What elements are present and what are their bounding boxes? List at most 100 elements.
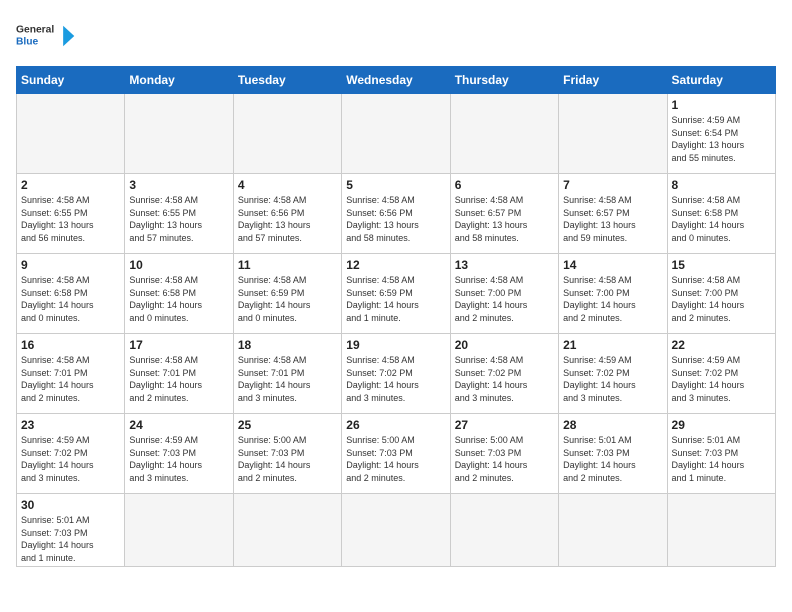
day-number: 10 [129, 258, 228, 272]
weekday-header-row: SundayMondayTuesdayWednesdayThursdayFrid… [17, 67, 776, 94]
calendar-cell: 29Sunrise: 5:01 AMSunset: 7:03 PMDayligh… [667, 414, 775, 494]
calendar-cell: 1Sunrise: 4:59 AMSunset: 6:54 PMDaylight… [667, 94, 775, 174]
calendar-cell: 21 Sunrise: 4:59 AMSunset: 7:02 PMDayligh… [559, 334, 667, 414]
weekday-header-tuesday: Tuesday [233, 67, 341, 94]
day-number: 17 [129, 338, 228, 352]
calendar-cell: 5 Sunrise: 4:58 AMSunset: 6:56 PMDaylight… [342, 174, 450, 254]
calendar-cell: 16 Sunrise: 4:58 AMSunset: 7:01 PMDayligh… [17, 334, 125, 414]
day-number: 12 [346, 258, 445, 272]
day-number: 7 [563, 178, 662, 192]
day-info: Sunrise: 4:59 AMSunset: 6:54 PMDaylight:… [672, 114, 771, 164]
day-info: Sunrise: 4:58 AMSunset: 6:58 PMDaylight:… [21, 274, 120, 324]
day-info: Sunrise: 4:58 AMSunset: 6:58 PMDaylight:… [129, 274, 228, 324]
calendar-cell: 11 Sunrise: 4:58 AMSunset: 6:59 PMDayligh… [233, 254, 341, 334]
day-info: Sunrise: 4:58 AMSunset: 7:01 PMDaylight:… [129, 354, 228, 404]
day-info: Sunrise: 4:58 AMSunset: 6:57 PMDaylight:… [455, 194, 554, 244]
day-info: Sunrise: 4:59 AMSunset: 7:02 PMDaylight:… [21, 434, 120, 484]
calendar-cell: 13 Sunrise: 4:58 AMSunset: 7:00 PMDayligh… [450, 254, 558, 334]
day-info: Sunrise: 4:58 AMSunset: 6:56 PMDaylight:… [238, 194, 337, 244]
calendar-cell: 14 Sunrise: 4:58 AMSunset: 7:00 PMDayligh… [559, 254, 667, 334]
calendar-cell [342, 494, 450, 567]
day-info: Sunrise: 4:58 AMSunset: 7:01 PMDaylight:… [238, 354, 337, 404]
day-number: 4 [238, 178, 337, 192]
calendar-cell: 8Sunrise: 4:58 AMSunset: 6:58 PMDaylight… [667, 174, 775, 254]
calendar-cell: 4 Sunrise: 4:58 AMSunset: 6:56 PMDaylight… [233, 174, 341, 254]
calendar-cell: 26Sunrise: 5:00 AMSunset: 7:03 PMDayligh… [342, 414, 450, 494]
day-info: Sunrise: 4:58 AMSunset: 7:00 PMDaylight:… [455, 274, 554, 324]
day-info: Sunrise: 5:01 AMSunset: 7:03 PMDaylight:… [21, 514, 120, 564]
calendar-cell: 6 Sunrise: 4:58 AMSunset: 6:57 PMDaylight… [450, 174, 558, 254]
calendar-cell [125, 494, 233, 567]
day-number: 30 [21, 498, 120, 512]
day-number: 21 [563, 338, 662, 352]
day-number: 6 [455, 178, 554, 192]
calendar-cell: 12 Sunrise: 4:58 AMSunset: 6:59 PMDayligh… [342, 254, 450, 334]
day-number: 20 [455, 338, 554, 352]
day-info: Sunrise: 4:58 AMSunset: 6:55 PMDaylight:… [129, 194, 228, 244]
calendar-row-6: 30 Sunrise: 5:01 AMSunset: 7:03 PMDayligh… [17, 494, 776, 567]
weekday-header-thursday: Thursday [450, 67, 558, 94]
day-info: Sunrise: 4:58 AMSunset: 6:59 PMDaylight:… [346, 274, 445, 324]
calendar-cell: 20Sunrise: 4:58 AMSunset: 7:02 PMDayligh… [450, 334, 558, 414]
day-info: Sunrise: 5:00 AMSunset: 7:03 PMDaylight:… [455, 434, 554, 484]
calendar-cell: 9 Sunrise: 4:58 AMSunset: 6:58 PMDaylight… [17, 254, 125, 334]
day-number: 11 [238, 258, 337, 272]
day-number: 14 [563, 258, 662, 272]
day-info: Sunrise: 4:58 AMSunset: 6:57 PMDaylight:… [563, 194, 662, 244]
svg-text:General: General [16, 25, 54, 36]
day-info: Sunrise: 5:00 AMSunset: 7:03 PMDaylight:… [238, 434, 337, 484]
calendar-cell: 27 Sunrise: 5:00 AMSunset: 7:03 PMDayligh… [450, 414, 558, 494]
calendar-cell [233, 94, 341, 174]
calendar-cell: 19 Sunrise: 4:58 AMSunset: 7:02 PMDayligh… [342, 334, 450, 414]
calendar-cell: 24Sunrise: 4:59 AMSunset: 7:03 PMDayligh… [125, 414, 233, 494]
day-number: 5 [346, 178, 445, 192]
day-info: Sunrise: 4:59 AMSunset: 7:02 PMDaylight:… [563, 354, 662, 404]
calendar-row-3: 9 Sunrise: 4:58 AMSunset: 6:58 PMDaylight… [17, 254, 776, 334]
weekday-header-friday: Friday [559, 67, 667, 94]
day-number: 16 [21, 338, 120, 352]
calendar-cell: 17 Sunrise: 4:58 AMSunset: 7:01 PMDayligh… [125, 334, 233, 414]
calendar-cell [559, 94, 667, 174]
day-number: 18 [238, 338, 337, 352]
logo-svg: General Blue [16, 16, 76, 56]
calendar-cell: 22Sunrise: 4:59 AMSunset: 7:02 PMDayligh… [667, 334, 775, 414]
calendar-row-4: 16 Sunrise: 4:58 AMSunset: 7:01 PMDayligh… [17, 334, 776, 414]
calendar-cell [559, 494, 667, 567]
day-info: Sunrise: 5:00 AMSunset: 7:03 PMDaylight:… [346, 434, 445, 484]
day-number: 27 [455, 418, 554, 432]
day-number: 19 [346, 338, 445, 352]
day-number: 8 [672, 178, 771, 192]
day-number: 3 [129, 178, 228, 192]
day-info: Sunrise: 4:58 AMSunset: 7:01 PMDaylight:… [21, 354, 120, 404]
day-info: Sunrise: 4:58 AMSunset: 6:59 PMDaylight:… [238, 274, 337, 324]
calendar-row-2: 2Sunrise: 4:58 AMSunset: 6:55 PMDaylight… [17, 174, 776, 254]
logo: General Blue [16, 16, 76, 56]
weekday-header-saturday: Saturday [667, 67, 775, 94]
day-number: 25 [238, 418, 337, 432]
weekday-header-sunday: Sunday [17, 67, 125, 94]
calendar-cell [342, 94, 450, 174]
calendar-cell: 15 Sunrise: 4:58 AMSunset: 7:00 PMDayligh… [667, 254, 775, 334]
day-info: Sunrise: 4:58 AMSunset: 6:56 PMDaylight:… [346, 194, 445, 244]
calendar-cell [450, 94, 558, 174]
calendar-cell [450, 494, 558, 567]
calendar-row-1: 1Sunrise: 4:59 AMSunset: 6:54 PMDaylight… [17, 94, 776, 174]
calendar-cell: 2Sunrise: 4:58 AMSunset: 6:55 PMDaylight… [17, 174, 125, 254]
svg-text:Blue: Blue [16, 37, 39, 48]
day-number: 9 [21, 258, 120, 272]
day-number: 15 [672, 258, 771, 272]
day-info: Sunrise: 4:58 AMSunset: 7:00 PMDaylight:… [672, 274, 771, 324]
day-info: Sunrise: 5:01 AMSunset: 7:03 PMDaylight:… [563, 434, 662, 484]
day-number: 13 [455, 258, 554, 272]
calendar-cell: 7 Sunrise: 4:58 AMSunset: 6:57 PMDaylight… [559, 174, 667, 254]
day-info: Sunrise: 4:58 AMSunset: 7:02 PMDaylight:… [346, 354, 445, 404]
calendar-cell [17, 94, 125, 174]
calendar-cell: 28 Sunrise: 5:01 AMSunset: 7:03 PMDayligh… [559, 414, 667, 494]
header: General Blue [16, 16, 776, 56]
day-number: 28 [563, 418, 662, 432]
calendar-cell [125, 94, 233, 174]
day-number: 24 [129, 418, 228, 432]
calendar-cell [667, 494, 775, 567]
day-info: Sunrise: 4:58 AMSunset: 6:55 PMDaylight:… [21, 194, 120, 244]
day-info: Sunrise: 4:58 AMSunset: 7:00 PMDaylight:… [563, 274, 662, 324]
